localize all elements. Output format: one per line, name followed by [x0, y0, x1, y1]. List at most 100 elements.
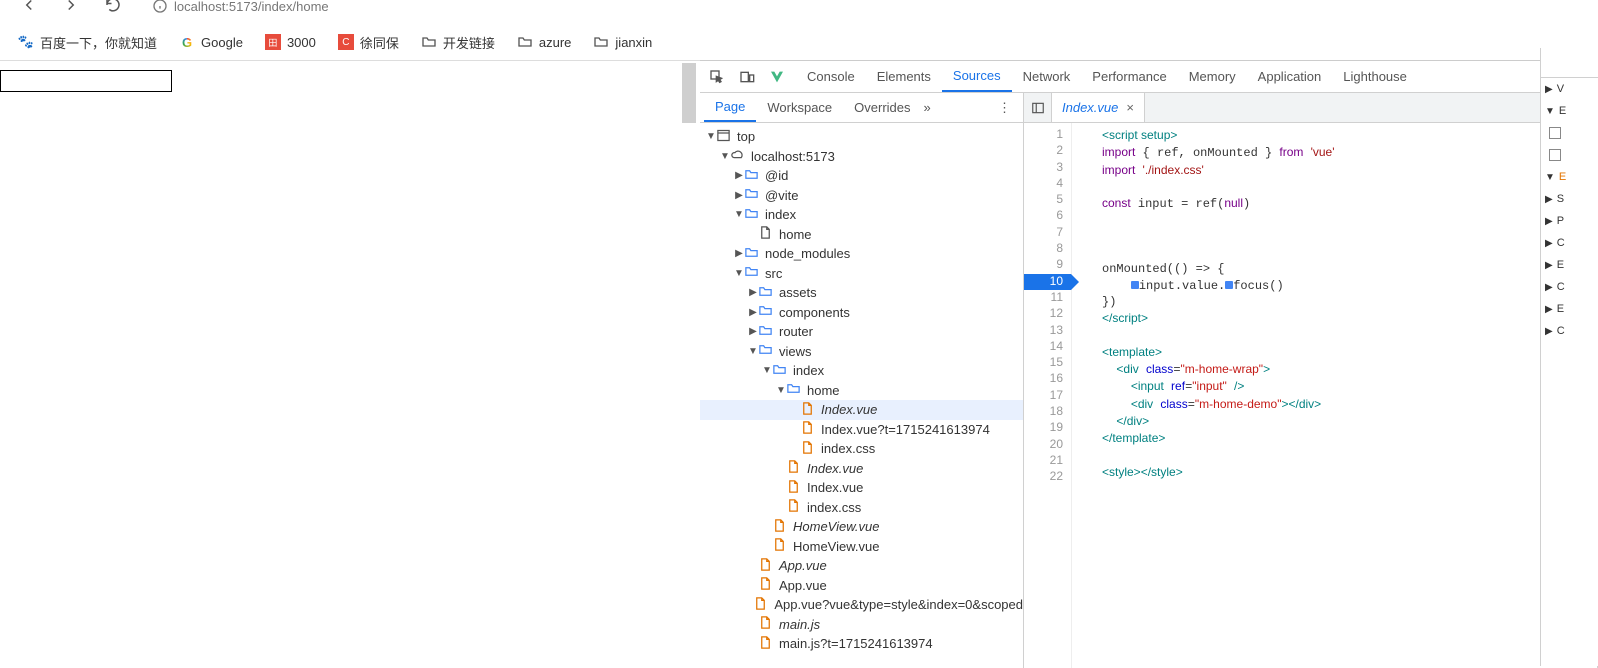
tree-row[interactable]: index.css — [700, 498, 1023, 518]
tree-row[interactable]: ▼localhost:5173 — [700, 147, 1023, 167]
tree-row[interactable]: ▶components — [700, 303, 1023, 323]
bookmark-xutongbao[interactable]: C 徐同保 — [338, 33, 399, 52]
reload-button[interactable] — [104, 0, 122, 17]
close-tab-icon[interactable]: × — [1126, 100, 1134, 115]
bookmark-devlinks[interactable]: 开发链接 — [421, 33, 495, 52]
tree-row[interactable]: ▼src — [700, 264, 1023, 284]
rs-event[interactable]: ▶C — [1541, 276, 1598, 298]
tree-row[interactable]: ▶node_modules — [700, 244, 1023, 264]
line-number[interactable]: 20 — [1024, 437, 1071, 453]
tree-row[interactable]: ▼home — [700, 381, 1023, 401]
tab-application[interactable]: Application — [1247, 61, 1333, 92]
device-toggle-icon[interactable] — [738, 68, 756, 86]
line-number[interactable]: 16 — [1024, 371, 1071, 387]
line-number[interactable]: 19 — [1024, 420, 1071, 436]
info-icon — [152, 0, 168, 14]
line-number[interactable]: 13 — [1024, 323, 1071, 339]
line-number[interactable]: 5 — [1024, 192, 1071, 208]
rs-global[interactable]: ▶E — [1541, 254, 1598, 276]
line-number[interactable]: 6 — [1024, 208, 1071, 224]
line-number[interactable]: 1 — [1024, 127, 1071, 143]
bookmark-azure[interactable]: azure — [517, 34, 572, 50]
line-number[interactable]: 9 — [1024, 257, 1071, 273]
ofile-icon — [800, 440, 815, 458]
tree-row[interactable]: main.js?t=1715241613974 — [700, 634, 1023, 654]
forward-button[interactable] — [62, 0, 80, 17]
line-number[interactable]: 3 — [1024, 160, 1071, 176]
tree-row[interactable]: ▼index — [700, 361, 1023, 381]
tree-row[interactable]: App.vue?vue&type=style&index=0&scoped — [700, 595, 1023, 615]
bookmark-3000[interactable]: 田 3000 — [265, 34, 316, 50]
file-tree[interactable]: ▼top▼localhost:5173▶@id▶@vite▼indexhome▶… — [700, 123, 1023, 668]
tree-row[interactable]: main.js — [700, 615, 1023, 635]
rs-dom[interactable]: ▶C — [1541, 232, 1598, 254]
rs-breakpoints[interactable]: ▼E — [1541, 100, 1598, 122]
line-number[interactable]: 15 — [1024, 355, 1071, 371]
rs-other[interactable]: ▶C — [1541, 320, 1598, 342]
rs-scope[interactable]: ▼E — [1541, 166, 1598, 188]
bookmark-google[interactable]: G Google — [179, 34, 243, 50]
tree-row[interactable]: ▶assets — [700, 283, 1023, 303]
sources-menu-icon[interactable]: ⋮ — [990, 100, 1019, 116]
tree-row[interactable]: Index.vue — [700, 459, 1023, 479]
tab-network[interactable]: Network — [1012, 61, 1082, 92]
rs-csp[interactable]: ▶E — [1541, 298, 1598, 320]
tab-performance[interactable]: Performance — [1081, 61, 1177, 92]
more-subtabs-icon[interactable]: » — [924, 100, 931, 115]
tree-row[interactable]: home — [700, 225, 1023, 245]
line-number[interactable]: 17 — [1024, 388, 1071, 404]
tree-row[interactable]: HomeView.vue — [700, 537, 1023, 557]
line-number[interactable]: 18 — [1024, 404, 1071, 420]
scrollbar-thumb[interactable] — [682, 63, 696, 123]
tree-row[interactable]: Index.vue?t=1715241613974 — [700, 420, 1023, 440]
editor-file-tab[interactable]: Index.vue × — [1052, 93, 1145, 122]
subtab-overrides[interactable]: Overrides — [843, 93, 921, 122]
bookmark-jianxin[interactable]: jianxin — [593, 34, 652, 50]
line-number[interactable]: 8 — [1024, 241, 1071, 257]
tab-memory[interactable]: Memory — [1178, 61, 1247, 92]
ofile-icon — [786, 498, 801, 516]
tree-row[interactable]: Index.vue — [700, 478, 1023, 498]
tab-lighthouse[interactable]: Lighthouse — [1332, 61, 1418, 92]
rs-stack[interactable]: ▶S — [1541, 188, 1598, 210]
tree-row[interactable]: ▶@vite — [700, 186, 1023, 206]
tree-row[interactable]: ▶router — [700, 322, 1023, 342]
line-number[interactable]: 14 — [1024, 339, 1071, 355]
tree-row[interactable]: ▼top — [700, 127, 1023, 147]
line-number[interactable]: 10 — [1024, 274, 1071, 290]
address-bar[interactable]: localhost:5173/index/home — [152, 0, 329, 14]
tab-elements[interactable]: Elements — [866, 61, 942, 92]
back-button[interactable] — [20, 0, 38, 17]
tree-row[interactable]: ▼views — [700, 342, 1023, 362]
subtab-workspace[interactable]: Workspace — [756, 93, 843, 122]
rs-watch[interactable]: ▶V — [1541, 78, 1598, 100]
bookmark-baidu[interactable]: 🐾 百度一下，你就知道 — [18, 33, 157, 52]
rs-xhr[interactable]: ▶P — [1541, 210, 1598, 232]
line-number[interactable]: 4 — [1024, 176, 1071, 192]
tree-row[interactable]: App.vue — [700, 556, 1023, 576]
rs-bp2[interactable] — [1541, 144, 1598, 166]
subtab-page[interactable]: Page — [704, 93, 756, 122]
line-number[interactable]: 21 — [1024, 453, 1071, 469]
line-number[interactable]: 12 — [1024, 306, 1071, 322]
tree-row[interactable]: HomeView.vue — [700, 517, 1023, 537]
line-number[interactable]: 11 — [1024, 290, 1071, 306]
tab-console[interactable]: Console — [796, 61, 866, 92]
code-area[interactable]: <script setup> import { ref, onMounted }… — [1072, 123, 1597, 668]
inspect-icon[interactable] — [708, 68, 726, 86]
tree-row[interactable]: ▼index — [700, 205, 1023, 225]
vue-devtools-icon[interactable] — [768, 68, 786, 86]
line-number[interactable]: 2 — [1024, 143, 1071, 159]
toggle-navigator-icon[interactable] — [1024, 93, 1052, 122]
tree-row[interactable]: App.vue — [700, 576, 1023, 596]
tab-sources[interactable]: Sources — [942, 61, 1012, 92]
tree-row[interactable]: index.css — [700, 439, 1023, 459]
viewport-scrollbar[interactable] — [682, 63, 696, 666]
tree-row[interactable]: ▶@id — [700, 166, 1023, 186]
tree-row[interactable]: Index.vue — [700, 400, 1023, 420]
page-input[interactable] — [0, 70, 172, 92]
line-number[interactable]: 7 — [1024, 225, 1071, 241]
line-number[interactable]: 22 — [1024, 469, 1071, 485]
rs-bp1[interactable] — [1541, 122, 1598, 144]
line-gutter[interactable]: 12345678910111213141516171819202122 — [1024, 123, 1072, 668]
